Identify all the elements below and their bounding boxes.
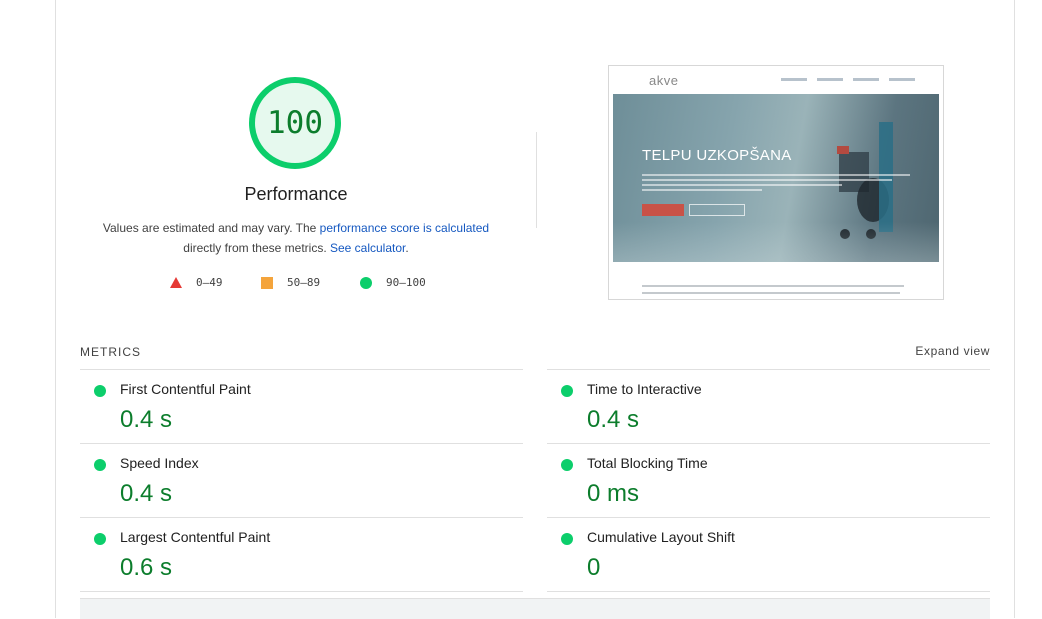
hero-title: TELPU UZKOPŠANA: [642, 147, 792, 164]
final-screenshot[interactable]: akve TELPU UZKOPŠANA: [608, 65, 944, 300]
metric-title: Time to Interactive: [587, 381, 702, 397]
pass-circle-icon: [94, 459, 106, 471]
expand-view-button[interactable]: Expand view: [915, 344, 990, 358]
site-logo: akve: [649, 73, 679, 88]
pass-circle-icon: [561, 385, 573, 397]
legend-item-fail: 0–49: [170, 276, 223, 289]
performance-gauge: 100: [247, 75, 343, 171]
metrics-bottom-border: [547, 591, 990, 592]
description-text-1: Values are estimated and may vary. The: [102, 221, 320, 235]
report-panel: 100 Performance Values are estimated and…: [55, 0, 1015, 619]
metric-title: First Contentful Paint: [120, 381, 251, 397]
legend-range: 90–100: [386, 276, 426, 289]
metric-cumulative-layout-shift: Cumulative Layout Shift 0: [547, 517, 990, 592]
see-calculator-link[interactable]: See calculator: [330, 241, 405, 255]
metric-first-contentful-paint: First Contentful Paint 0.4 s: [80, 369, 523, 444]
metric-value: 0: [587, 554, 601, 581]
legend-range: 0–49: [196, 276, 223, 289]
score-legend: 0–49 50–89 90–100: [56, 276, 536, 296]
metric-title: Largest Contentful Paint: [120, 529, 271, 545]
pass-circle-icon: [561, 533, 573, 545]
triangle-icon: [170, 277, 182, 288]
pass-circle-icon: [94, 385, 106, 397]
legend-item-average: 50–89: [261, 276, 320, 289]
description-period: .: [405, 241, 409, 255]
metric-value: 0.4 s: [120, 480, 173, 507]
metrics-header: METRICS: [80, 345, 141, 359]
metric-value: 0 ms: [587, 480, 640, 507]
pass-circle-icon: [561, 459, 573, 471]
metric-value: 0.4 s: [120, 406, 173, 433]
metric-speed-index: Speed Index 0.4 s: [80, 443, 523, 518]
performance-score-link[interactable]: performance score is calculated: [320, 221, 489, 235]
next-section-strip: [80, 598, 990, 619]
performance-gauge-section: 100 Performance Values are estimated and…: [56, 0, 536, 318]
hero-primary-button: [642, 204, 684, 216]
metrics-bottom-border: [80, 591, 523, 592]
metric-time-to-interactive: Time to Interactive 0.4 s: [547, 369, 990, 444]
pass-circle-icon: [94, 533, 106, 545]
circle-icon: [360, 276, 372, 289]
hero-secondary-button: [689, 204, 745, 216]
metric-value: 0.4 s: [587, 406, 640, 433]
metric-total-blocking-time: Total Blocking Time 0 ms: [547, 443, 990, 518]
square-icon: [261, 276, 273, 289]
metric-largest-contentful-paint: Largest Contentful Paint 0.6 s: [80, 517, 523, 592]
vertical-divider: [536, 132, 537, 228]
metric-title: Cumulative Layout Shift: [587, 529, 735, 545]
metric-value: 0.6 s: [120, 554, 173, 581]
score-description: Values are estimated and may vary. The p…: [76, 218, 516, 258]
performance-score: 100: [267, 105, 323, 141]
description-text-2: directly from these metrics.: [183, 241, 330, 255]
site-nav: [781, 78, 915, 81]
metric-title: Speed Index: [120, 455, 199, 471]
metric-title: Total Blocking Time: [587, 455, 708, 471]
legend-item-pass: 90–100: [360, 276, 426, 289]
legend-range: 50–89: [287, 276, 321, 289]
site-hero: TELPU UZKOPŠANA: [613, 94, 939, 262]
gauge-title: Performance: [244, 184, 348, 204]
